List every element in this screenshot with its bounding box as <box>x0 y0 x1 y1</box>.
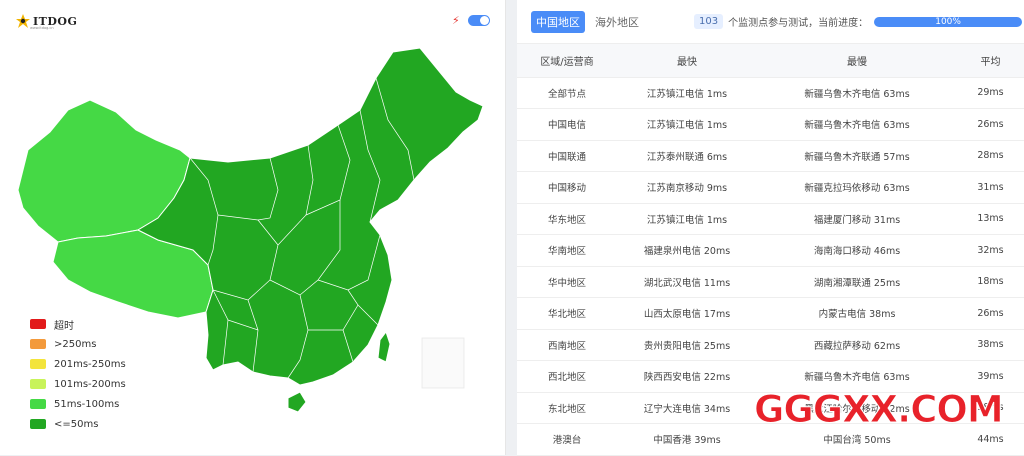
table-cell: 江苏镇江电信 1ms <box>617 203 757 235</box>
region-taiwan <box>377 330 391 363</box>
table-cell: 新疆乌鲁木齐电信 63ms <box>757 108 957 141</box>
table-cell: 中国联通 <box>517 140 617 172</box>
results-topbar: 中国地区 海外地区 103 个监测点参与测试，当前进度： 100% <box>517 0 1024 44</box>
legend-swatch <box>30 399 46 409</box>
table-cell: 辽宁大连电信 34ms <box>617 392 757 424</box>
header-slowest: 最慢 <box>757 44 957 78</box>
south-sea-inset <box>421 337 465 389</box>
table-cell: 湖南湘潭联通 25ms <box>757 266 957 298</box>
tab-china[interactable]: 中国地区 <box>531 10 585 33</box>
region-mainland <box>136 47 484 386</box>
progress-bar: 100% <box>874 16 1023 27</box>
watermark: GGGXX.COM <box>754 388 1005 432</box>
legend-swatch <box>30 419 46 429</box>
table-cell: 江苏南京移动 9ms <box>617 171 757 204</box>
results-panel: 中国地区 海外地区 103 个监测点参与测试，当前进度： 100% 区域/运营商… <box>517 0 1024 456</box>
table-cell: 38ms <box>957 329 1024 361</box>
table-cell: 中国香港 39ms <box>617 423 757 456</box>
legend-label: 51ms-100ms <box>54 398 120 410</box>
table-cell: 28ms <box>957 140 1024 172</box>
legend-label: 201ms-250ms <box>54 358 126 370</box>
legend-label: <=50ms <box>54 418 99 430</box>
legend-label: 101ms-200ms <box>54 378 126 390</box>
table-row: 西南地区 贵州贵阳电信 25ms 西藏拉萨移动 62ms 38ms <box>517 329 1024 361</box>
lightning-icon: ⚡ <box>452 14 460 27</box>
table-cell: 新疆乌鲁木齐电信 63ms <box>757 77 957 109</box>
map-mode-switch[interactable] <box>467 15 490 26</box>
header-fastest: 最快 <box>617 44 757 78</box>
table-cell: 海南海口移动 46ms <box>757 234 957 267</box>
table-cell: 江苏泰州联通 6ms <box>617 140 757 172</box>
header-region: 区域/运营商 <box>517 44 617 78</box>
table-cell: 中国移动 <box>517 171 617 204</box>
table-cell: 新疆乌鲁木齐联通 57ms <box>757 140 957 172</box>
table-cell: 18ms <box>957 266 1024 298</box>
legend-swatch <box>30 359 46 369</box>
map-panel: ITDOG www.itdog.cn ⚡ 超时 >250ms 201ms-250… <box>0 0 506 455</box>
legend-swatch <box>30 319 46 329</box>
table-cell: 西北地区 <box>517 360 617 393</box>
table-header-row: 区域/运营商 最快 最慢 平均 <box>517 44 1024 78</box>
table-cell: 福建泉州电信 20ms <box>617 234 757 267</box>
table-cell: 江苏镇江电信 1ms <box>617 108 757 141</box>
table-cell: 全部节点 <box>517 77 617 109</box>
table-cell: 江苏镇江电信 1ms <box>617 77 757 109</box>
table-row: 华北地区 山西太原电信 17ms 内蒙古电信 38ms 26ms <box>517 297 1024 330</box>
map-toggle-area: ⚡ <box>452 14 490 27</box>
progress-description: 个监测点参与测试，当前进度： <box>728 18 869 29</box>
table-cell: 32ms <box>957 234 1024 267</box>
table-cell: 13ms <box>957 203 1024 235</box>
table-row: 中国电信 江苏镇江电信 1ms 新疆乌鲁木齐电信 63ms 26ms <box>517 108 1024 141</box>
legend-item[interactable]: 201ms-250ms <box>30 354 126 374</box>
table-cell: 福建厦门移动 31ms <box>757 203 957 235</box>
legend-label: 超时 <box>54 320 74 332</box>
table-cell: 华北地区 <box>517 297 617 330</box>
table-cell: 中国电信 <box>517 108 617 141</box>
legend-label: >250ms <box>54 338 97 350</box>
region-hainan <box>287 391 307 413</box>
legend-item[interactable]: 51ms-100ms <box>30 394 126 414</box>
legend-item[interactable]: <=50ms <box>30 414 126 434</box>
table-row: 中国移动 江苏南京移动 9ms 新疆克拉玛依移动 63ms 31ms <box>517 171 1024 204</box>
table-cell: 华东地区 <box>517 203 617 235</box>
table-row: 中国联通 江苏泰州联通 6ms 新疆乌鲁木齐联通 57ms 28ms <box>517 140 1024 172</box>
table-row: 华南地区 福建泉州电信 20ms 海南海口移动 46ms 32ms <box>517 234 1024 267</box>
table-cell: 新疆克拉玛依移动 63ms <box>757 171 957 204</box>
table-cell: 西藏拉萨移动 62ms <box>757 329 957 361</box>
legend-swatch <box>30 339 46 349</box>
table-cell: 山西太原电信 17ms <box>617 297 757 330</box>
latency-legend: 超时 >250ms 201ms-250ms 101ms-200ms 51ms-100ms… <box>30 314 126 434</box>
legend-item[interactable]: 101ms-200ms <box>30 374 126 394</box>
logo-subtext: www.itdog.cn <box>30 26 54 30</box>
table-cell: 陕西西安电信 22ms <box>617 360 757 393</box>
table-cell: 26ms <box>957 297 1024 330</box>
legend-swatch <box>30 379 46 389</box>
table-cell: 华中地区 <box>517 266 617 298</box>
legend-item[interactable]: >250ms <box>30 334 126 354</box>
table-cell: 湖北武汉电信 11ms <box>617 266 757 298</box>
table-row: 华中地区 湖北武汉电信 11ms 湖南湘潭联通 25ms 18ms <box>517 266 1024 298</box>
table-cell: 西南地区 <box>517 329 617 361</box>
table-cell: 26ms <box>957 108 1024 141</box>
table-cell: 港澳台 <box>517 423 617 456</box>
table-cell: 内蒙古电信 38ms <box>757 297 957 330</box>
table-cell: 29ms <box>957 77 1024 109</box>
table-cell: 东北地区 <box>517 392 617 424</box>
dog-logo-icon <box>16 14 30 28</box>
table-cell: 华南地区 <box>517 234 617 267</box>
table-row: 全部节点 江苏镇江电信 1ms 新疆乌鲁木齐电信 63ms 29ms <box>517 77 1024 109</box>
legend-item[interactable]: 超时 <box>30 314 126 334</box>
table-row: 华东地区 江苏镇江电信 1ms 福建厦门移动 31ms 13ms <box>517 203 1024 235</box>
tab-overseas[interactable]: 海外地区 <box>590 11 644 33</box>
header-average: 平均 <box>957 44 1024 78</box>
node-count-badge: 103 <box>694 14 724 29</box>
table-cell: 31ms <box>957 171 1024 204</box>
table-cell: 贵州贵阳电信 25ms <box>617 329 757 361</box>
